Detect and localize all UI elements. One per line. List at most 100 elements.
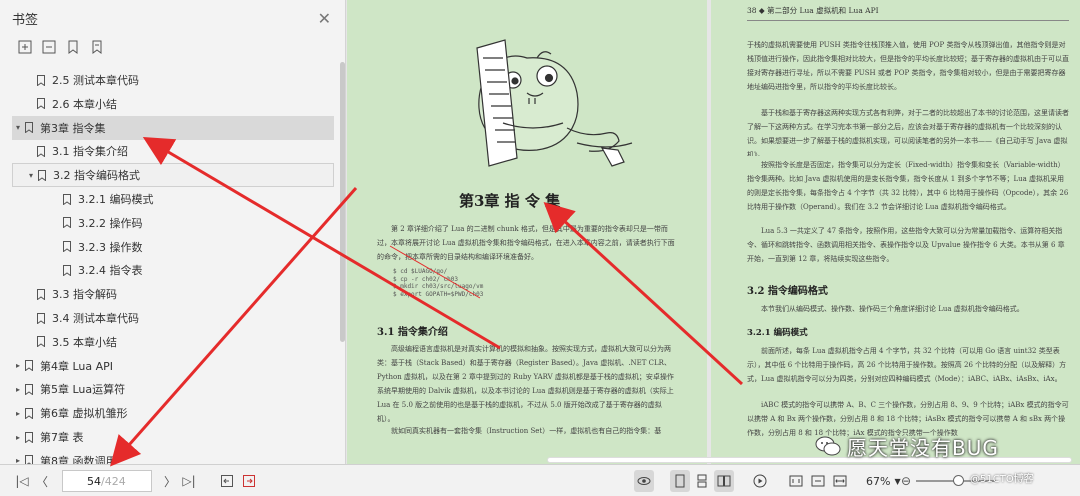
expand-all-icon[interactable] [17,39,33,55]
code-line: $ cd $LUAGO/go/ [393,268,448,275]
sidebar-item[interactable]: ▸ 第4章 Lua API [12,354,334,378]
forward-icon[interactable] [240,465,258,496]
wechat-icon [815,435,841,457]
first-page-icon[interactable]: |◁ [14,465,30,496]
sidebar-item[interactable]: 3.2.1 编码模式 [12,187,334,211]
eye-mode-button[interactable] [634,470,654,492]
sidebar-item[interactable]: 3.2.3 操作数 [12,235,334,259]
watermark-text: 愿天堂没有BUG [847,435,999,460]
sidebar-item[interactable]: ▾ 3.2 指令编码格式 [12,163,334,188]
single-page-button[interactable] [670,470,690,492]
bookmark-icon [62,193,72,205]
zoom-control[interactable]: 67% ▼ [866,465,901,496]
watermark: 愿天堂没有BUG [815,428,999,464]
bookmark-icon [36,98,46,110]
sidebar-item[interactable]: 3.5 本章小结 [12,330,334,354]
bookmark-icon [24,360,34,372]
sidebar-item[interactable]: 3.2.4 指令表 [12,258,334,282]
sidebar-item[interactable]: 2.5 测试本章代码 [12,68,334,92]
delete-bookmark-icon[interactable] [89,39,105,55]
right-paragraph-1: 于栈的虚拟机需要使用 PUSH 类指令往栈顶推入值，使用 POP 类指令从栈顶弹… [747,41,1069,91]
sidebar-item-label: 3.3 指令解码 [52,288,117,302]
sidebar-header: 书签 ✕ [0,0,345,36]
prev-page-icon[interactable]: 〈 [34,465,50,496]
section-3-1-text: 高级编程语言虚拟机是对真实计算机的模拟和抽象。按照实现方式，虚拟机大致可以分为两… [377,345,674,423]
sidebar-item-label: 第3章 指令集 [40,121,106,135]
bookmark-icon [37,169,47,182]
bookmark-icon [36,336,46,348]
sidebar-item[interactable]: 3.4 测试本章代码 [12,306,334,330]
sidebar-item[interactable]: ▸ 第5章 Lua运算符 [12,377,334,401]
watermark-sub: @51CTO博客 [970,474,1034,485]
section-3-1-text-2: 就如同真实机器有一套指令集（Instruction Set）一样，虚拟机也有自己… [391,427,662,435]
continuous-button[interactable] [692,470,712,492]
page-right: 38 ◆ 第二部分 Lua 虚拟机和 Lua API 于栈的虚拟机需要使用 PU… [711,0,1080,464]
section-3-2-1-text: 前面所述，每条 Lua 虚拟机指令占用 4 个字节，共 32 个比特（可以用 G… [747,347,1067,383]
sidebar-item-label: 第6章 虚拟机雏形 [40,407,128,421]
sidebar-item-label: 3.4 测试本章代码 [52,312,139,325]
back-icon[interactable] [218,465,236,496]
bottom-toolbar: |◁ 〈 54/424 〉 ▷| 67% ▼ ⊖ [0,464,1080,496]
collapse-all-icon[interactable] [41,39,57,55]
bookmark-icon [62,217,72,229]
header-rule [747,20,1069,21]
code-line: $ export GOPATH=$PWD/ch03 [393,290,484,298]
expand-arrow-icon[interactable]: ▸ [12,433,24,442]
bookmark-icon [36,288,46,301]
zoom-slider-handle[interactable] [953,475,964,486]
page-left: 第3章 指 令 集 第 2 章详细介绍了 Lua 的二进制 chunk 格式，但… [347,0,707,464]
bookmark-icon [24,383,34,396]
close-icon[interactable]: ✕ [318,9,331,28]
sidebar-item[interactable]: 3.1 指令集介绍 [12,139,334,163]
bookmark-icon [62,241,72,253]
sidebar-item-label: 3.2.1 编码模式 [78,193,154,206]
bookmark-icon [36,74,46,86]
last-page-icon[interactable]: ▷| [180,465,198,496]
next-page-icon[interactable]: 〉 [162,465,178,496]
fit-width-button[interactable] [830,470,850,492]
sidebar-item[interactable]: ▸ 第7章 表 [12,425,334,449]
sidebar-item-label: 3.2 指令编码格式 [53,169,140,183]
bookmark-icon [24,407,34,420]
sidebar-item-label: 第4章 Lua API [40,359,114,373]
section-title-3-2: 3.2 指令编码格式 [747,286,828,297]
sidebar-item-label: 3.1 指令集介绍 [52,145,128,159]
right-paragraph-3: 按照指令长度是否固定，指令集可以分为定长（Fixed-width）指令集和变长（… [747,161,1069,211]
section-title-3-2-1: 3.2.1 编码模式 [747,328,808,338]
add-bookmark-icon[interactable] [65,39,81,55]
right-paragraph-2: 基于栈和基于寄存器这两种实现方式各有利弊，对于二者的比较超出了本书的讨论范围，这… [747,109,1069,156]
sidebar-toolbar [0,36,345,58]
expand-arrow-icon[interactable]: ▸ [12,361,24,370]
sidebar-item-label: 2.5 测试本章代码 [52,74,139,87]
sidebar-item[interactable]: 3.2.2 操作码 [12,211,334,235]
actual-size-button[interactable] [786,470,806,492]
bookmark-list: 2.5 测试本章代码 2.6 本章小结 ▾ 第3章 指令集 3.1 指令集介绍 ▾ 3.2 … [0,68,340,468]
play-button[interactable] [750,470,770,492]
chapter-intro-text: 第 2 章详细介绍了 Lua 的二进制 chunk 格式，但是其中最为重要的指令… [377,225,675,261]
spacer[interactable]: ▾ [25,171,37,180]
double-page-button[interactable] [714,470,734,492]
sidebar-item-label: 2.6 本章小结 [52,97,117,111]
section-title-3-1: 3.1 指令集介绍 [377,327,448,338]
bookmark-sidebar: 书签 ✕ 2.5 测试本章代码 2.6 本章小结 ▾ 第3章 指令集 3.1 指令集介绍… [0,0,346,496]
expand-arrow-icon[interactable]: ▾ [12,123,24,132]
page-number-input[interactable]: 54/424 [62,470,152,492]
zoom-out-icon[interactable]: ⊖ [900,465,912,496]
sidebar-item-label: 3.2.3 操作数 [78,240,143,254]
bookmark-icon [36,145,46,158]
sidebar-item[interactable]: 2.6 本章小结 [12,92,334,116]
sidebar-item[interactable]: ▾ 第3章 指令集 [12,115,334,140]
expand-arrow-icon[interactable]: ▸ [12,385,24,394]
sidebar-item-label: 3.5 本章小结 [52,335,117,349]
sidebar-item[interactable]: 3.3 指令解码 [12,282,334,306]
sidebar-scrollbar[interactable] [340,62,345,342]
sidebar-item[interactable]: ▸ 第6章 虚拟机雏形 [12,401,334,425]
page-header: 38 ◆ 第二部分 Lua 虚拟机和 Lua API [747,6,879,15]
code-block: $ cd $LUAGO/go/ $ cp -r ch02/ ch03 $ mkd… [393,268,593,298]
fit-page-button[interactable] [808,470,828,492]
sidebar-item-label: 第7章 表 [40,431,84,444]
expand-arrow-icon[interactable]: ▸ [12,409,24,418]
sidebar-item-label: 3.2.4 指令表 [78,264,143,278]
code-line: $ cp -r ch02/ ch03 [393,275,459,283]
sidebar-item-label: 第5章 Lua运算符 [40,383,126,397]
